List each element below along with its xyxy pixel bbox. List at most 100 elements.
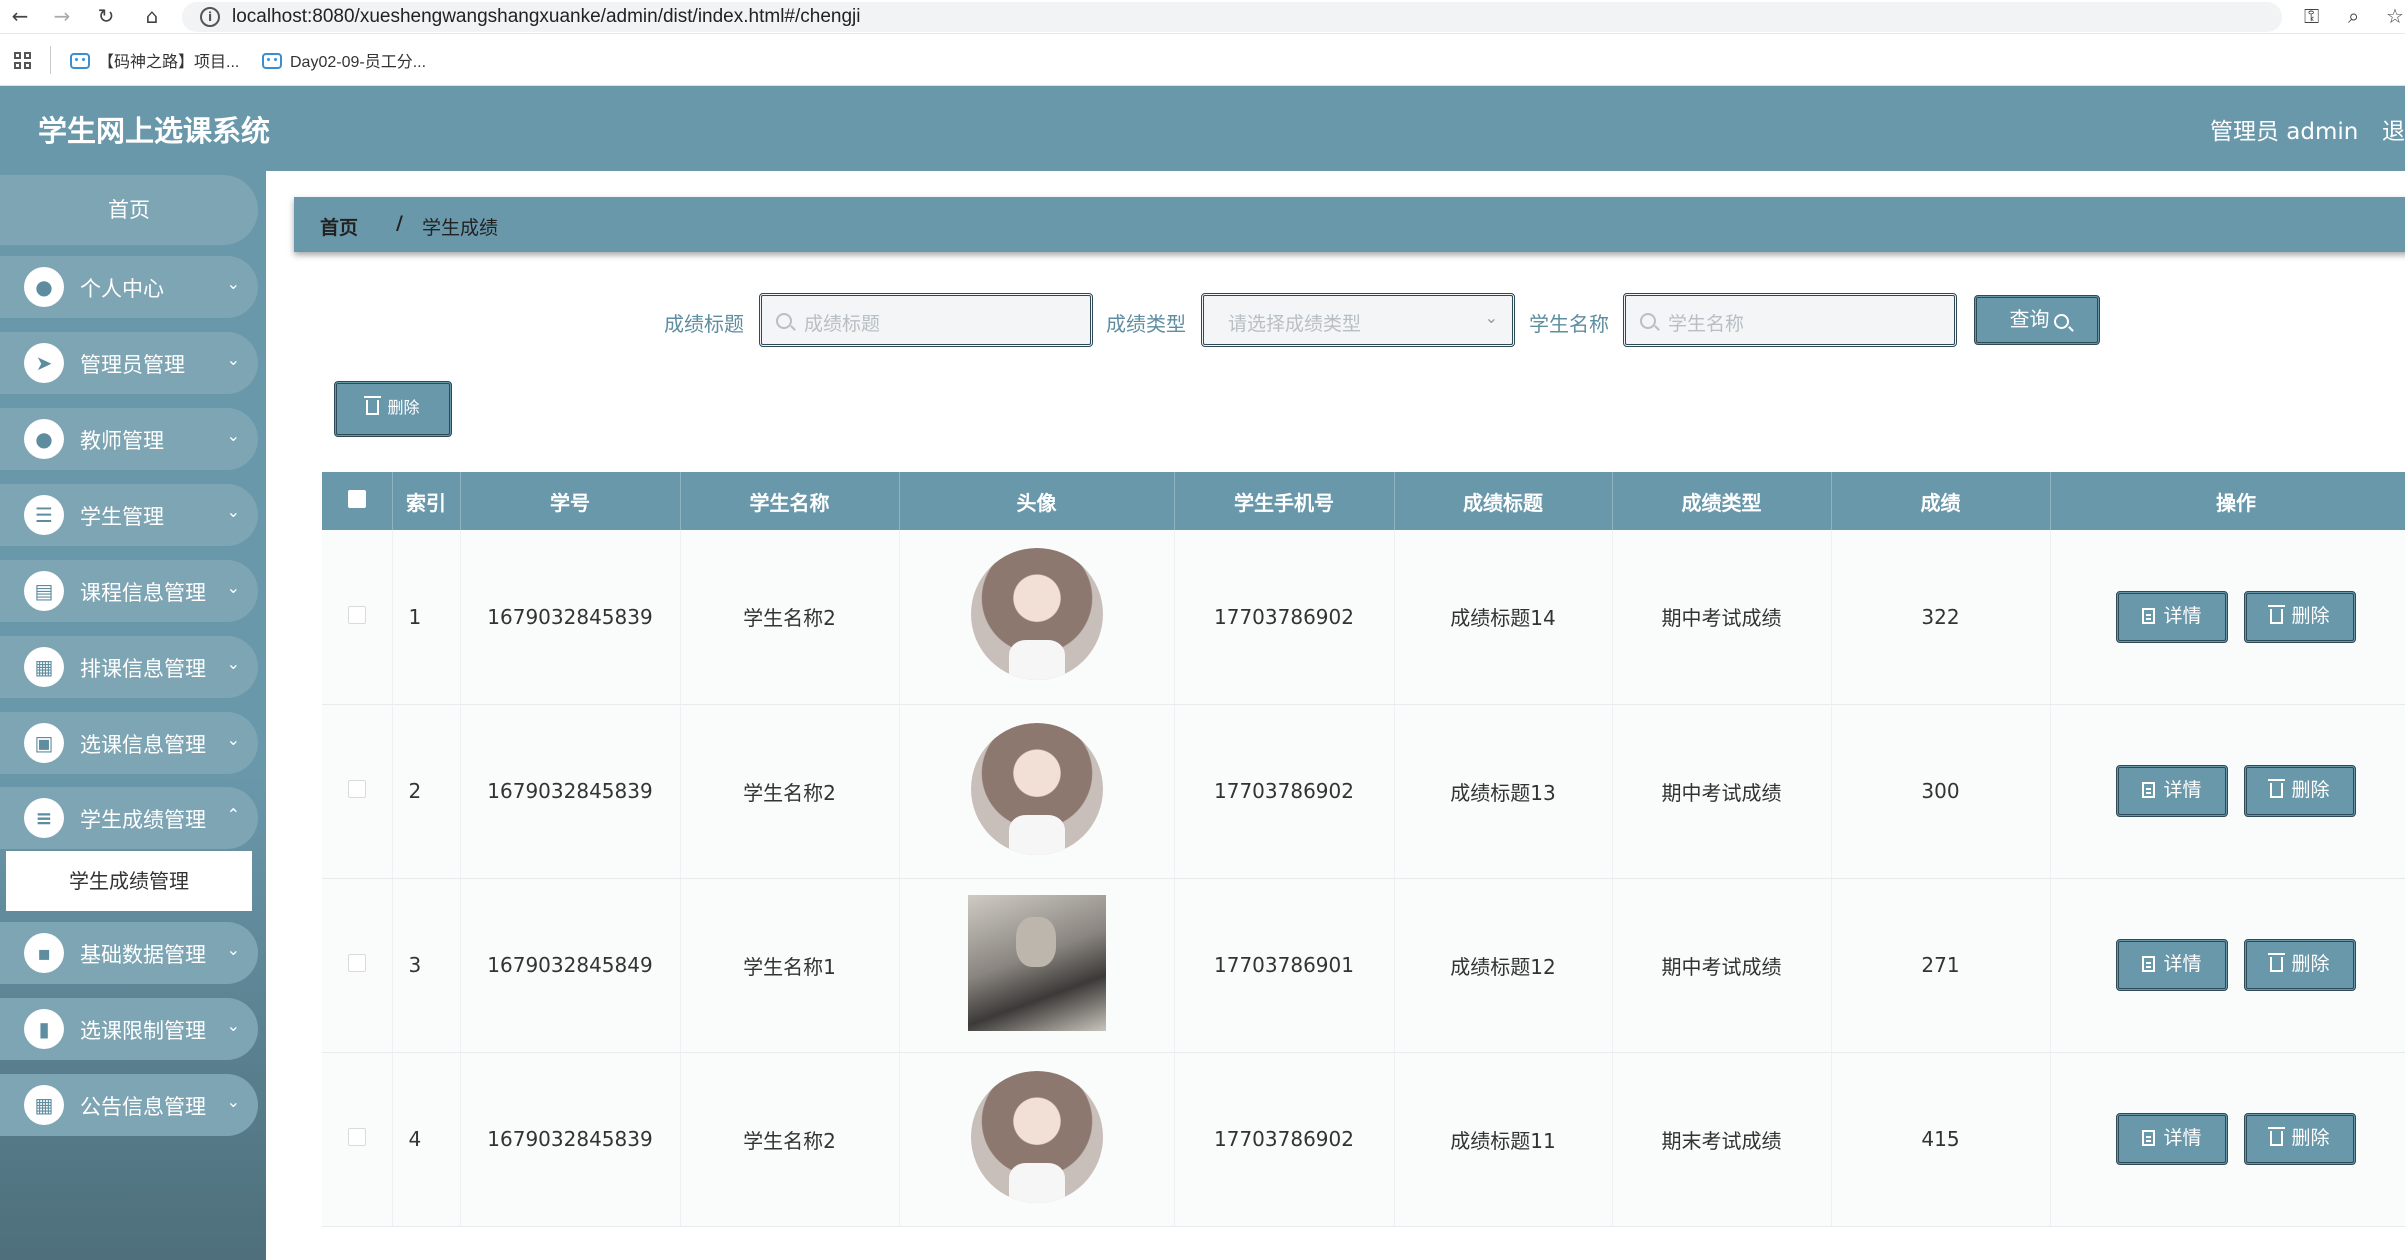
chevron-down-icon: ⌄ <box>226 1016 240 1035</box>
row-checkbox[interactable] <box>347 954 366 972</box>
column-header: 学号 <box>460 472 681 530</box>
query-button[interactable]: 查询 <box>1974 295 2100 345</box>
sidebar-item-admin[interactable]: ➤ 管理员管理 ⌄ <box>0 332 258 394</box>
reload-icon[interactable]: ↻ <box>92 2 120 30</box>
cell-score: 322 <box>1831 530 2051 705</box>
home-icon[interactable]: ⌂ <box>138 2 166 30</box>
row-checkbox[interactable] <box>347 780 366 798</box>
detail-button[interactable]: 详情 <box>2116 590 2228 643</box>
cell-phone: 17703786902 <box>1174 704 1395 879</box>
cell-student-no: 1679032845839 <box>460 1052 681 1227</box>
sidebar-subitem-grades-management[interactable]: 学生成绩管理 <box>6 851 252 911</box>
bookmark-divider <box>50 46 51 74</box>
cell-title: 成绩标题12 <box>1394 878 1613 1053</box>
grid-icon: ▦ <box>24 647 64 687</box>
name-search-input[interactable]: 学生名称 <box>1623 293 1957 347</box>
cell-student-name: 学生名称1 <box>680 878 900 1053</box>
bookmark-item[interactable]: Day02-09-员工分... <box>262 48 426 72</box>
user-icon: ● <box>24 419 64 459</box>
row-checkbox[interactable] <box>347 605 366 624</box>
sidebar-item-grades[interactable]: ≡ 学生成绩管理 ⌃ <box>0 787 258 849</box>
cell-student-name: 学生名称2 <box>680 1052 900 1227</box>
row-checkbox[interactable] <box>347 1128 366 1146</box>
bilibili-icon <box>70 53 90 69</box>
paper-plane-icon: ➤ <box>24 343 64 383</box>
avatar <box>970 1070 1103 1203</box>
document-icon <box>2142 956 2156 972</box>
cell-score: 271 <box>1831 878 2051 1053</box>
bookmark-item[interactable]: 【码神之路】项目... <box>70 48 239 72</box>
info-icon[interactable]: i <box>200 7 220 27</box>
chevron-down-icon: ⌄ <box>226 1092 240 1111</box>
detail-button[interactable]: 详情 <box>2116 765 2228 817</box>
chevron-down-icon: ⌄ <box>226 730 240 749</box>
app-title: 学生网上选课系统 <box>38 114 271 148</box>
sidebar-item-limit[interactable]: ▮ 选课限制管理 ⌄ <box>0 998 258 1060</box>
forward-icon[interactable]: → <box>48 2 76 30</box>
back-icon[interactable]: ← <box>6 2 34 30</box>
grades-table: 索引 学号 学生名称 头像 学生手机号 成绩标题 成绩类型 成绩 操作 1 16… <box>322 472 2405 1227</box>
column-header: 操作 <box>2050 472 2405 530</box>
sidebar-item-home[interactable]: 首页 <box>0 175 258 245</box>
batch-delete-button[interactable]: 删除 <box>334 381 452 437</box>
breadcrumb-home[interactable]: 首页 <box>320 213 358 240</box>
name-filter-label: 学生名称 <box>1529 312 1609 336</box>
cell-phone: 17703786902 <box>1174 1052 1395 1227</box>
sidebar-item-course[interactable]: ▤ 课程信息管理 ⌄ <box>0 560 258 622</box>
sidebar-item-student[interactable]: ☰ 学生管理 ⌄ <box>0 484 258 546</box>
table-header-row: 索引 学号 学生名称 头像 学生手机号 成绩标题 成绩类型 成绩 操作 <box>322 472 2405 530</box>
table-row: 1 1679032845839 学生名称2 17703786902 成绩标题14… <box>322 530 2405 705</box>
type-select[interactable]: 请选择成绩类型 ⌄ <box>1201 293 1515 347</box>
table-row: 4 1679032845839 学生名称2 17703786902 成绩标题11… <box>322 1052 2405 1227</box>
search-icon <box>1640 313 1656 329</box>
star-icon[interactable]: ☆ <box>2386 2 2404 30</box>
sidebar-item-teacher[interactable]: ● 教师管理 ⌄ <box>0 408 258 470</box>
zoom-icon[interactable]: ⌕ <box>2348 2 2359 30</box>
chevron-down-icon: ⌄ <box>226 502 240 521</box>
sidebar-item-notice[interactable]: ▦ 公告信息管理 ⌄ <box>0 1074 258 1136</box>
main-content: 首页 / 学生成绩 成绩标题 成绩标题 成绩类型 请选择成绩类型 ⌄ 学生名称 … <box>266 171 2405 1260</box>
cell-title: 成绩标题14 <box>1394 530 1613 705</box>
chevron-down-icon: ⌄ <box>226 350 240 369</box>
trash-icon <box>2268 779 2286 798</box>
book-icon: ▮ <box>24 1009 64 1049</box>
table-row: 3 1679032845849 学生名称1 17703786901 成绩标题12… <box>322 878 2405 1053</box>
trash-icon <box>2268 953 2286 972</box>
delete-button[interactable]: 删除 <box>2244 939 2356 991</box>
bilibili-icon <box>262 53 282 69</box>
title-filter-label: 成绩标题 <box>664 312 744 336</box>
search-icon <box>776 313 792 329</box>
trash-icon <box>364 396 382 415</box>
sidebar-item-basic-data[interactable]: ▪ 基础数据管理 ⌄ <box>0 922 258 984</box>
detail-button[interactable]: 详情 <box>2116 1113 2228 1165</box>
chevron-down-icon: ⌄ <box>1484 308 1498 327</box>
delete-button[interactable]: 删除 <box>2244 765 2356 817</box>
cell-index: 1 <box>392 530 461 705</box>
sidebar-item-personal-center[interactable]: ● 个人中心 ⌄ <box>0 256 258 318</box>
breadcrumb-separator: / <box>396 212 403 234</box>
cell-phone: 17703786901 <box>1174 878 1395 1053</box>
detail-button[interactable]: 详情 <box>2116 939 2228 991</box>
key-icon[interactable]: ⚿ <box>2304 2 2319 30</box>
table-row: 2 1679032845839 学生名称2 17703786902 成绩标题13… <box>322 704 2405 879</box>
trash-icon <box>2268 604 2286 624</box>
app-header: 学生网上选课系统 管理员 admin 退出登录 <box>0 86 2405 171</box>
bookmarks-bar: 【码神之路】项目... Day02-09-员工分... <box>0 34 2405 86</box>
column-header: 学生手机号 <box>1174 472 1395 530</box>
delete-button[interactable]: 删除 <box>2244 590 2356 643</box>
list-icon: ☰ <box>24 495 64 535</box>
cell-index: 2 <box>392 704 461 879</box>
sidebar-item-selection[interactable]: ▣ 选课信息管理 ⌄ <box>0 712 258 774</box>
sidebar-item-schedule[interactable]: ▦ 排课信息管理 ⌄ <box>0 636 258 698</box>
title-search-input[interactable]: 成绩标题 <box>759 293 1093 347</box>
apps-grid-icon[interactable] <box>14 52 32 70</box>
cell-student-no: 1679032845839 <box>460 530 681 705</box>
cell-index: 3 <box>392 878 461 1053</box>
cell-student-name: 学生名称2 <box>680 530 900 705</box>
address-bar[interactable]: i localhost:8080/xueshengwangshangxuanke… <box>182 2 2282 32</box>
delete-button[interactable]: 删除 <box>2244 1113 2356 1165</box>
admin-label: 管理员 admin <box>2210 119 2359 145</box>
logout-link[interactable]: 退出登录 <box>2382 112 2405 146</box>
select-all-checkbox[interactable] <box>322 472 393 530</box>
avatar <box>970 722 1103 855</box>
